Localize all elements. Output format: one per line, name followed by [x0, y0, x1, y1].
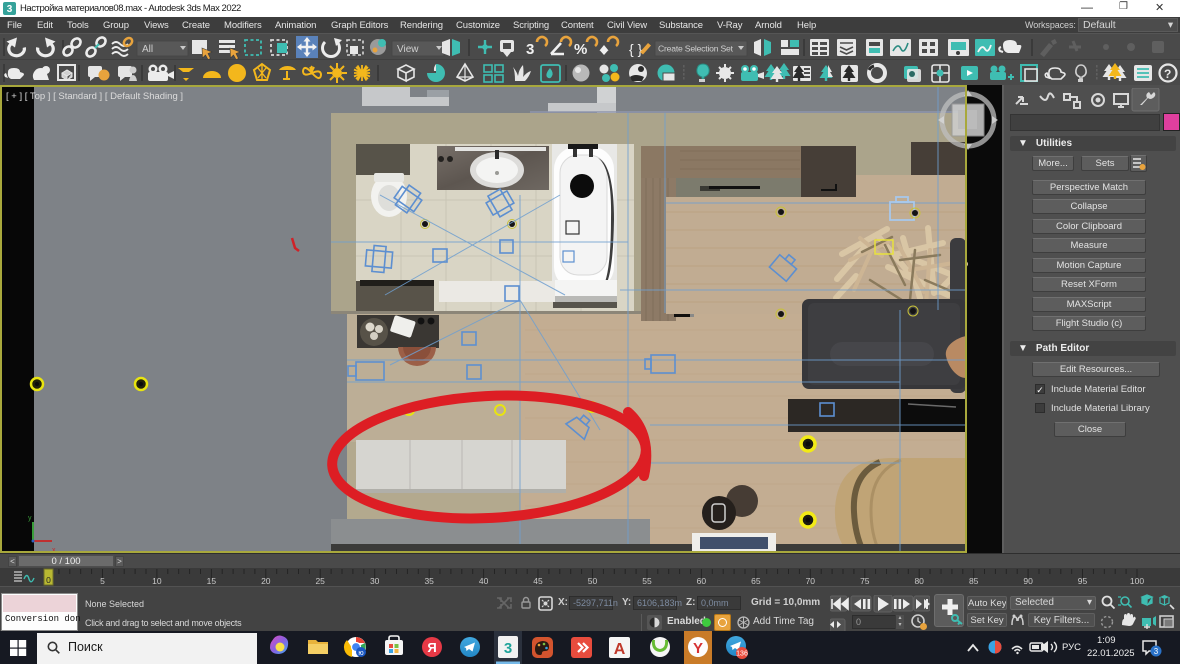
svg-text:80: 80	[914, 576, 924, 586]
svg-text:136: 136	[736, 651, 748, 658]
svg-text:100: 100	[1130, 576, 1144, 586]
svg-text:40: 40	[479, 576, 489, 586]
svg-text:Я: Я	[427, 640, 436, 655]
svg-text:Y: Y	[693, 640, 703, 657]
svg-text:%: %	[574, 41, 587, 58]
svg-text:20: 20	[261, 576, 271, 586]
svg-text:y: y	[28, 515, 32, 522]
svg-text:0: 0	[46, 575, 51, 585]
svg-text:70: 70	[806, 576, 816, 586]
svg-text:?: ?	[1164, 67, 1171, 81]
svg-text:35: 35	[424, 576, 434, 586]
svg-text:90: 90	[1023, 576, 1033, 586]
svg-text:65: 65	[751, 576, 761, 586]
svg-text:50: 50	[588, 576, 598, 586]
svg-text:30: 30	[370, 576, 380, 586]
svg-text:{ }: { }	[629, 41, 643, 57]
svg-text:55: 55	[642, 576, 652, 586]
svg-text:Create Selection Set: Create Selection Set	[658, 44, 734, 54]
svg-text:A: A	[614, 641, 626, 658]
svg-text:ю: ю	[358, 650, 363, 657]
svg-text:3: 3	[504, 640, 512, 657]
svg-text:All: All	[142, 44, 153, 55]
svg-text:3: 3	[1154, 647, 1159, 656]
svg-text:15: 15	[207, 576, 217, 586]
svg-text:[ + ] [ Top ] [ Standard ] [ D: [ + ] [ Top ] [ Standard ] [ Default Sha…	[6, 91, 183, 102]
svg-text:60: 60	[697, 576, 707, 586]
svg-text:25: 25	[315, 576, 325, 586]
svg-text:3: 3	[7, 4, 13, 15]
svg-text:85: 85	[969, 576, 979, 586]
svg-text:5: 5	[100, 576, 105, 586]
svg-text:95: 95	[1078, 576, 1088, 586]
svg-text:75: 75	[860, 576, 870, 586]
svg-text:View: View	[397, 44, 419, 55]
svg-text:10: 10	[152, 576, 162, 586]
svg-text:3: 3	[526, 41, 534, 58]
svg-text:45: 45	[533, 576, 543, 586]
